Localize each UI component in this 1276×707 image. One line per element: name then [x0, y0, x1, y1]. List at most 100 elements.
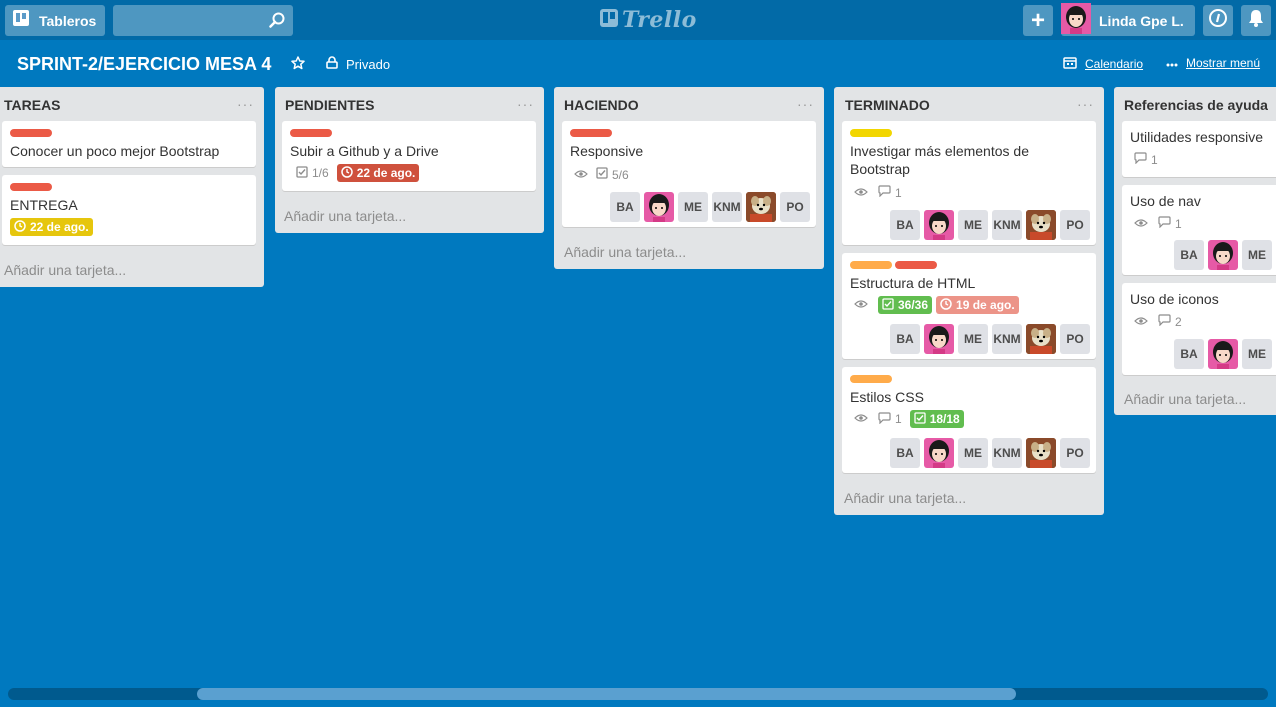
- comments-badge: 2: [1158, 314, 1182, 329]
- list-menu-icon[interactable]: ···: [237, 96, 254, 112]
- list-title[interactable]: Referencias de ayuda: [1124, 97, 1268, 113]
- watch-badge: [574, 168, 588, 182]
- trello-logo[interactable]: Trello: [600, 7, 697, 33]
- card[interactable]: Conocer un poco mejor Bootstrap: [2, 121, 256, 167]
- card-title: Uso de iconos: [1130, 291, 1219, 307]
- member-avatar[interactable]: KNM: [992, 438, 1022, 468]
- star-icon[interactable]: [291, 56, 305, 75]
- search-input[interactable]: [113, 5, 293, 36]
- user-name: Linda Gpe L.: [1099, 12, 1184, 29]
- calendar-button[interactable]: Calendario: [1063, 56, 1143, 72]
- plus-icon: +: [1030, 6, 1045, 34]
- member-avatar[interactable]: BA: [1174, 339, 1204, 369]
- member-avatar[interactable]: [1026, 438, 1056, 468]
- comments-badge: 1: [1158, 216, 1182, 231]
- list-menu-icon[interactable]: ···: [797, 96, 814, 112]
- add-card-button[interactable]: Añadir una tarjeta...: [1124, 391, 1246, 407]
- search-icon[interactable]: [269, 12, 285, 33]
- due-date-badge[interactable]: 22 de ago.: [336, 164, 420, 182]
- member-avatar[interactable]: [924, 324, 954, 354]
- trello-logo-text: Trello: [622, 7, 697, 33]
- list-title[interactable]: HACIENDO: [564, 97, 639, 113]
- horizontal-scrollbar-thumb[interactable]: [197, 688, 1016, 700]
- member-avatar[interactable]: BA: [890, 210, 920, 240]
- boards-button[interactable]: Tableros: [5, 5, 105, 36]
- card[interactable]: Subir a Github y a Drive 1/6 22 de ago.: [282, 121, 536, 191]
- comments-badge: 1: [878, 185, 902, 200]
- due-date-text: 22 de ago.: [30, 220, 89, 234]
- checkbox-icon: [914, 411, 926, 427]
- checklist-badge: 5/6: [596, 167, 629, 182]
- member-avatar[interactable]: ME: [1242, 339, 1272, 369]
- checklist-count: 5/6: [612, 167, 629, 182]
- card[interactable]: Investigar más elementos de Bootstrap 1 …: [842, 121, 1096, 245]
- show-menu-button[interactable]: Mostrar menú: [1166, 56, 1260, 70]
- member-avatar[interactable]: [1208, 240, 1238, 270]
- list-tareas: TAREAS ··· Conocer un poco mejor Bootstr…: [0, 87, 264, 287]
- member-avatar[interactable]: [746, 192, 776, 222]
- card[interactable]: Responsive 5/6 BA ME KNM PO: [562, 121, 816, 227]
- member-avatar[interactable]: [1026, 210, 1056, 240]
- member-avatar[interactable]: ME: [958, 210, 988, 240]
- list-title[interactable]: TAREAS: [4, 97, 61, 113]
- member-avatar[interactable]: [924, 210, 954, 240]
- card-title: Investigar más elementos de Bootstrap: [850, 143, 1029, 177]
- member-avatar[interactable]: [1208, 339, 1238, 369]
- member-avatar[interactable]: ME: [958, 324, 988, 354]
- comment-icon: [1134, 152, 1147, 167]
- eye-icon: [854, 186, 868, 200]
- privacy-button[interactable]: Privado: [326, 56, 390, 72]
- add-card-button[interactable]: Añadir una tarjeta...: [564, 244, 686, 260]
- board-title[interactable]: SPRINT-2/EJERCICIO MESA 4: [17, 54, 271, 75]
- member-avatar[interactable]: [1026, 324, 1056, 354]
- due-date-badge[interactable]: 19 de ago.: [936, 296, 1019, 314]
- info-button[interactable]: [1203, 5, 1233, 36]
- member-avatar[interactable]: BA: [610, 192, 640, 222]
- member-avatar[interactable]: [644, 192, 674, 222]
- member-avatar[interactable]: PO: [1060, 210, 1090, 240]
- comments-badge: 1: [878, 411, 902, 427]
- card-title: Estructura de HTML: [850, 275, 976, 291]
- list-referencias: Referencias de ayuda Utilidades responsi…: [1114, 87, 1276, 415]
- trello-logo-icon: [600, 8, 618, 32]
- member-avatar[interactable]: ME: [1242, 240, 1272, 270]
- member-avatar[interactable]: PO: [1060, 324, 1090, 354]
- user-menu-button[interactable]: Linda Gpe L.: [1061, 2, 1195, 36]
- member-avatar[interactable]: PO: [1060, 438, 1090, 468]
- info-icon: [1209, 9, 1227, 32]
- due-date-badge[interactable]: 22 de ago.: [10, 218, 93, 236]
- watch-badge: [854, 298, 868, 312]
- add-card-button[interactable]: Añadir una tarjeta...: [4, 262, 126, 278]
- member-avatar[interactable]: PO: [780, 192, 810, 222]
- card[interactable]: ENTREGA 22 de ago.: [2, 175, 256, 245]
- list-title[interactable]: PENDIENTES: [285, 97, 374, 113]
- comments-count: 2: [1175, 314, 1182, 329]
- calendar-label: Calendario: [1085, 57, 1144, 71]
- member-avatar[interactable]: BA: [890, 324, 920, 354]
- card[interactable]: Estilos CSS 1 18/18 BA ME KNM PO: [842, 367, 1096, 473]
- list-haciendo: HACIENDO ··· Responsive 5/6 BA ME KNM PO: [554, 87, 824, 269]
- list-menu-icon[interactable]: ···: [1077, 96, 1094, 112]
- list-menu-icon[interactable]: ···: [517, 96, 534, 112]
- notifications-button[interactable]: [1241, 5, 1271, 36]
- add-card-button[interactable]: Añadir una tarjeta...: [844, 490, 966, 506]
- add-button[interactable]: +: [1023, 5, 1053, 36]
- member-avatar[interactable]: ME: [958, 438, 988, 468]
- card[interactable]: Uso de iconos 2 BA ME K: [1122, 283, 1276, 375]
- member-avatar[interactable]: BA: [1174, 240, 1204, 270]
- member-avatar[interactable]: ME: [678, 192, 708, 222]
- member-avatar[interactable]: [924, 438, 954, 468]
- card[interactable]: Uso de nav 1 BA ME K: [1122, 185, 1276, 275]
- add-card-button[interactable]: Añadir una tarjeta...: [284, 208, 406, 224]
- member-avatar[interactable]: KNM: [992, 324, 1022, 354]
- checklist-count: 1/6: [312, 166, 329, 180]
- calendar-icon: [1063, 56, 1077, 72]
- card[interactable]: Estructura de HTML 36/36 19 de ago. BA M…: [842, 253, 1096, 359]
- watch-badge: [854, 186, 868, 200]
- card[interactable]: Utilidades responsive 1: [1122, 121, 1276, 177]
- list-title[interactable]: TERMINADO: [845, 97, 930, 113]
- member-avatar[interactable]: BA: [890, 438, 920, 468]
- comments-badge: 1: [1134, 152, 1158, 167]
- member-avatar[interactable]: KNM: [992, 210, 1022, 240]
- member-avatar[interactable]: KNM: [712, 192, 742, 222]
